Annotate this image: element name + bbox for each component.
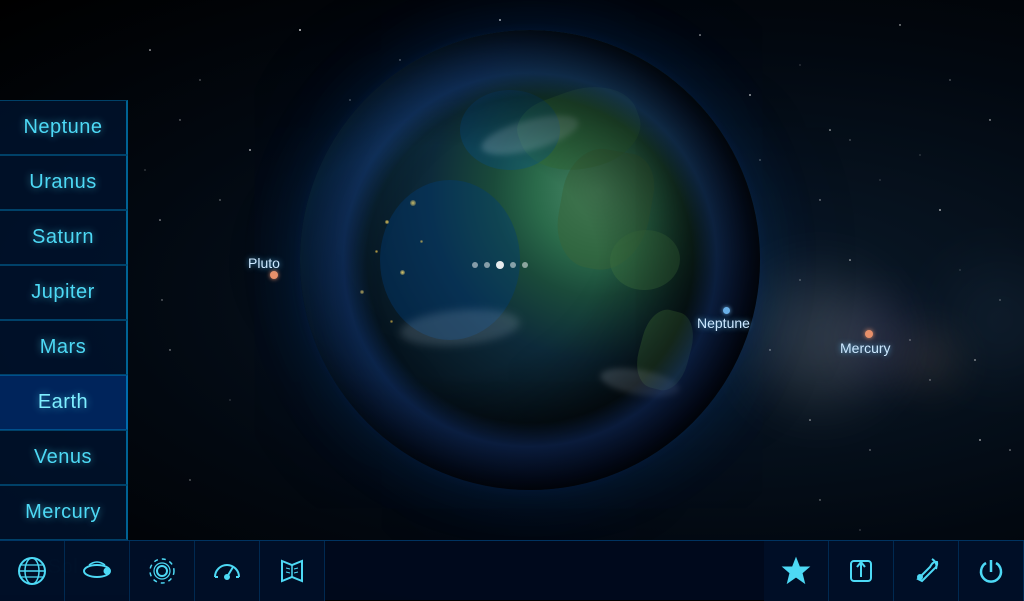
globe-button[interactable] <box>0 541 65 601</box>
globe-icon <box>16 555 48 587</box>
book-icon <box>276 555 308 587</box>
gear-icon <box>146 555 178 587</box>
share-button[interactable] <box>829 541 894 601</box>
toolbar-spacer <box>325 541 764 600</box>
power-icon <box>975 555 1007 587</box>
mercury-dot <box>865 330 873 338</box>
orbit-icon <box>81 555 113 587</box>
sidebar-item-neptune[interactable]: Neptune <box>0 100 128 155</box>
share-icon <box>845 555 877 587</box>
orbit-button[interactable] <box>65 541 130 601</box>
toolbar-left <box>0 541 325 600</box>
power-button[interactable] <box>959 541 1024 601</box>
favorites-button[interactable] <box>764 541 829 601</box>
earth-planet <box>300 30 760 490</box>
settings-button[interactable] <box>130 541 195 601</box>
bottom-toolbar <box>0 540 1024 600</box>
toolbar-right <box>764 541 1024 600</box>
nav-dot-5 <box>522 262 528 268</box>
sidebar: Neptune Uranus Saturn Jupiter Mars Earth… <box>0 100 128 595</box>
sidebar-item-mars[interactable]: Mars <box>0 320 128 375</box>
nav-dot-4 <box>510 262 516 268</box>
sidebar-item-mercury[interactable]: Mercury <box>0 485 128 540</box>
nav-dot-3 <box>496 261 504 269</box>
sidebar-item-saturn[interactable]: Saturn <box>0 210 128 265</box>
tools-icon <box>910 555 942 587</box>
gauge-icon <box>211 555 243 587</box>
sidebar-item-earth[interactable]: Earth <box>0 375 128 430</box>
nav-dot-1 <box>472 262 478 268</box>
sidebar-item-uranus[interactable]: Uranus <box>0 155 128 210</box>
nav-dots <box>472 261 528 269</box>
pluto-dot <box>270 271 278 279</box>
bokeh-3 <box>900 330 960 390</box>
gauge-button[interactable] <box>195 541 260 601</box>
info-button[interactable] <box>260 541 325 601</box>
neptune-dot <box>723 307 730 314</box>
tools-button[interactable] <box>894 541 959 601</box>
earth-container <box>300 30 760 570</box>
sidebar-item-venus[interactable]: Venus <box>0 430 128 485</box>
sidebar-item-jupiter[interactable]: Jupiter <box>0 265 128 320</box>
nav-dot-2 <box>484 262 490 268</box>
star-icon <box>780 555 812 587</box>
